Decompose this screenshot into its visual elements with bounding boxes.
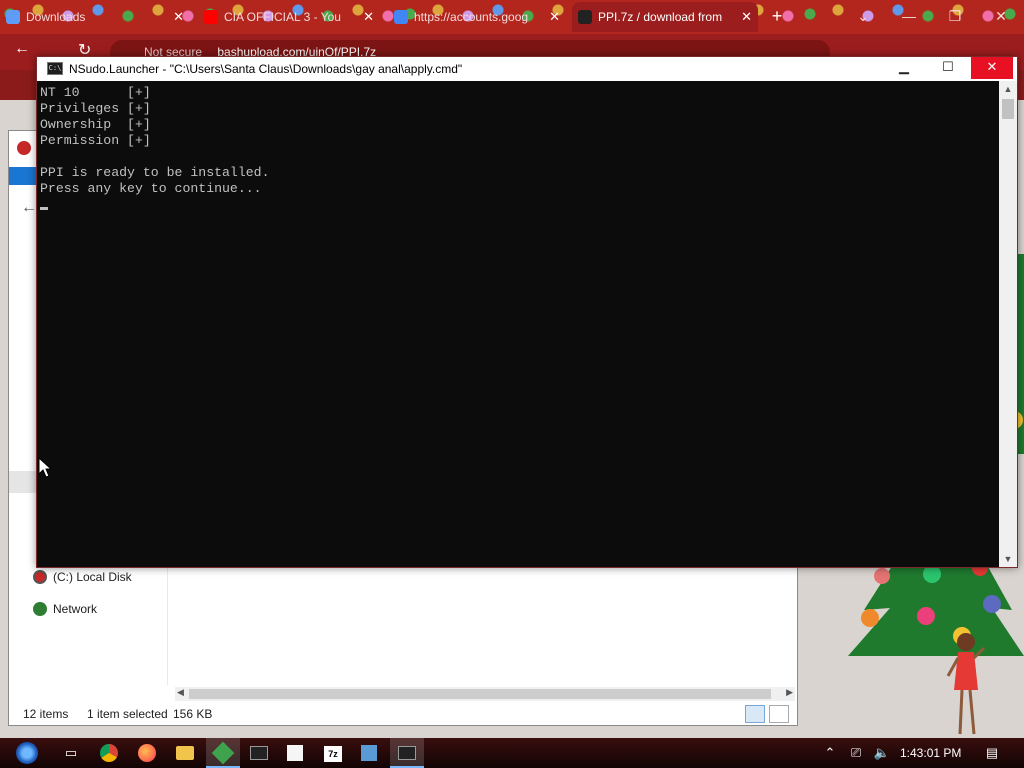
firefox-icon[interactable] — [130, 738, 164, 768]
scroll-thumb[interactable] — [189, 689, 771, 699]
text-cursor — [40, 207, 48, 210]
youtube-icon — [204, 10, 218, 24]
console-title: NSudo.Launcher - "C:\Users\Santa Claus\D… — [69, 62, 463, 76]
status-bar: 12 items 1 item selected 156 KB — [9, 703, 797, 725]
console-title-bar[interactable]: C:\ NSudo.Launcher - "C:\Users\Santa Cla… — [37, 57, 1017, 81]
network-icon — [33, 602, 47, 616]
taskbar-clock[interactable]: 1:43:01 PM — [900, 738, 961, 768]
scroll-left-icon[interactable]: ◀ — [177, 687, 184, 698]
scroll-down-icon[interactable]: ▼ — [999, 551, 1017, 567]
volume-icon[interactable]: 🔈 — [870, 738, 894, 768]
7zip-icon[interactable]: 7z — [316, 738, 350, 768]
close-button[interactable]: ✕ — [971, 57, 1013, 79]
back-arrow-icon[interactable]: ← — [21, 199, 37, 217]
new-tab-button[interactable]: + — [766, 4, 788, 28]
details-view-icon[interactable] — [745, 705, 765, 723]
tab-label: https://accounts.goog — [414, 10, 529, 24]
ornament — [983, 595, 1001, 613]
scroll-thumb[interactable] — [1002, 99, 1014, 119]
close-icon[interactable]: ✕ — [549, 2, 560, 32]
green-app-icon[interactable] — [206, 738, 240, 768]
console-line: Press any key to continue... — [40, 181, 262, 196]
file-explorer-icon[interactable] — [168, 738, 202, 768]
cmd-active-taskbar-icon[interactable] — [390, 738, 424, 768]
google-icon — [394, 10, 408, 24]
file-menu-tab[interactable] — [9, 167, 37, 185]
cmd-icon: C:\ — [47, 62, 63, 75]
horizontal-scrollbar[interactable]: ◀ ▶ — [175, 687, 795, 701]
console-line: PPI is ready to be installed. — [40, 165, 270, 180]
app-icon — [17, 141, 31, 155]
browser-maximize-button[interactable]: ❐ — [932, 0, 978, 34]
close-icon[interactable]: ✕ — [173, 2, 184, 32]
ornament — [861, 609, 879, 627]
selection-count: 1 item selected — [87, 707, 168, 721]
nav-item-network[interactable]: Network — [33, 599, 97, 619]
package-icon[interactable] — [278, 738, 312, 768]
back-arrow-icon[interactable]: ← — [14, 40, 30, 58]
navigation-pane: (C:) Local Disk Network — [9, 561, 167, 681]
tab-search-button[interactable]: ⌄ — [840, 0, 886, 34]
download-icon — [6, 10, 20, 24]
large-icons-view-icon[interactable] — [769, 705, 789, 723]
console-line: Ownership [+] — [40, 117, 151, 132]
console-line: Privileges [+] — [40, 101, 151, 116]
mouse-pointer-icon — [38, 457, 52, 478]
selected-nav-highlight — [9, 471, 37, 493]
scroll-right-icon[interactable]: ▶ — [786, 687, 793, 698]
cmd-taskbar-icon[interactable] — [242, 738, 276, 768]
selection-size: 156 KB — [173, 707, 213, 721]
network-tray-icon[interactable]: ⎚ — [844, 738, 868, 768]
console-output[interactable]: NT 10 [+] Privileges [+] Ownership [+] Perm… — [37, 81, 999, 567]
disk-icon — [33, 570, 47, 584]
scroll-up-icon[interactable]: ▲ — [999, 81, 1017, 97]
chevron-up-icon[interactable]: ⌃ — [818, 738, 842, 768]
close-icon[interactable]: ✕ — [741, 2, 752, 32]
ornament — [917, 607, 935, 625]
console-window: C:\ NSudo.Launcher - "C:\Users\Santa Cla… — [36, 56, 1018, 568]
console-lines: NT 10 [+] Privileges [+] Ownership [+] Perm… — [40, 85, 270, 197]
tab-downloads[interactable]: Downloads ✕ — [0, 2, 190, 32]
console-line: NT 10 [+] — [40, 85, 151, 100]
tab-label: Downloads — [26, 10, 86, 24]
ornament — [874, 568, 890, 584]
start-button[interactable] — [8, 738, 46, 768]
nav-item-local-disk[interactable]: (C:) Local Disk — [33, 567, 132, 587]
tab-youtube[interactable]: CIA OFFICIAL 3 - You ✕ — [198, 2, 380, 32]
tab-label: PPI.7z / download from — [598, 10, 723, 24]
browser-close-button[interactable]: ✕ — [978, 0, 1024, 34]
tab-google-accounts[interactable]: https://accounts.goog ✕ — [388, 2, 566, 32]
nav-item-label: Network — [53, 602, 98, 616]
console-vertical-scrollbar[interactable]: ▲ ▼ — [999, 81, 1017, 567]
close-icon[interactable]: ✕ — [363, 2, 374, 32]
pane-divider — [167, 561, 168, 685]
tab-strip: Downloads ✕ CIA OFFICIAL 3 - You ✕ https… — [0, 0, 1024, 34]
cloud-upload-icon — [578, 10, 592, 24]
item-count: 12 items — [23, 707, 69, 721]
task-view-icon[interactable]: ▭ — [54, 738, 88, 768]
editor-icon[interactable] — [352, 738, 386, 768]
taskbar: ▭ 7z ⌃ ⎚ 🔈 1:43:01 PM ▤ — [0, 738, 1024, 768]
dancing-figure — [946, 633, 986, 735]
notifications-icon[interactable]: ▤ — [978, 738, 1006, 768]
chrome-icon[interactable] — [92, 738, 126, 768]
browser-minimize-button[interactable]: — — [886, 0, 932, 34]
tab-ppi-download[interactable]: PPI.7z / download from ✕ — [572, 2, 758, 32]
console-line: Permission [+] — [40, 133, 151, 148]
maximize-button[interactable]: ☐ — [927, 57, 969, 79]
windows-logo-icon — [16, 742, 38, 764]
minimize-button[interactable]: ▁ — [883, 57, 925, 79]
nav-item-label: (C:) Local Disk — [53, 570, 132, 584]
tab-label: CIA OFFICIAL 3 - You — [224, 10, 341, 24]
